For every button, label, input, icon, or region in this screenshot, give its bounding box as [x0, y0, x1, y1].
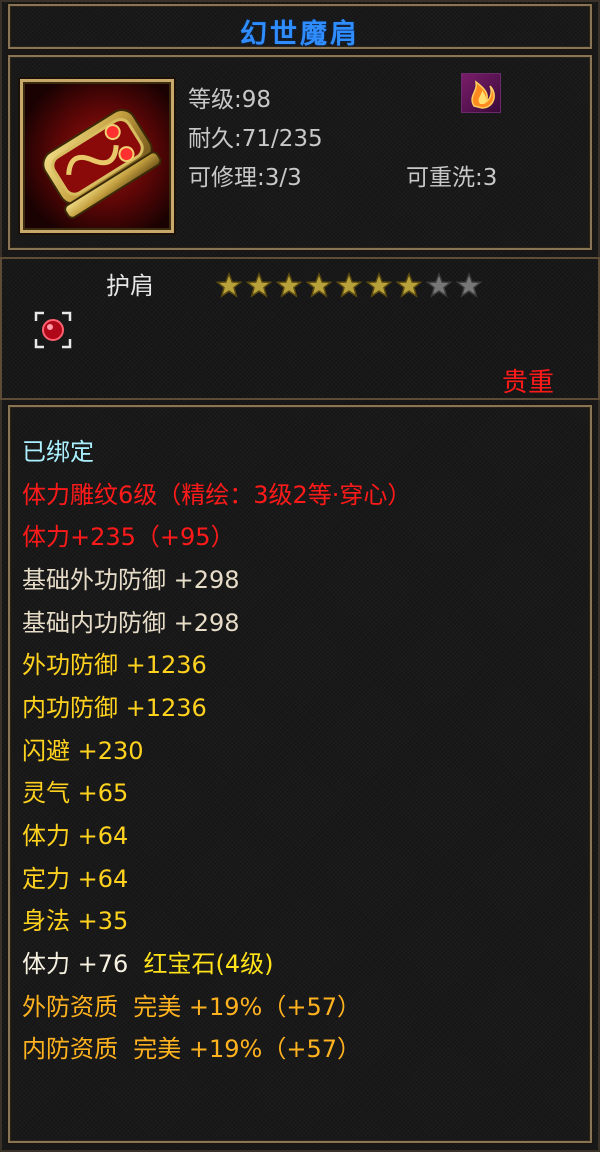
stat-line: 定力 +64: [22, 865, 129, 893]
quality-line: 内防资质 完美 +19%（+57）: [22, 1035, 361, 1063]
item-name: 幻世魔肩: [240, 19, 360, 50]
stat-line: 外功防御 +1236: [22, 651, 207, 679]
stat-line: 闪避 +230: [22, 737, 144, 765]
star-filled-icon: [335, 271, 363, 298]
star-empty-icon: [455, 271, 483, 298]
gem-name: 红宝石(4级): [143, 950, 274, 978]
star-filled-icon: [245, 271, 273, 298]
stat-line: 身法 +35: [22, 907, 129, 935]
bound-status: 已绑定: [22, 438, 94, 466]
star-rating: [214, 271, 484, 299]
reroll-text: 可重洗:3: [406, 165, 498, 191]
star-empty-icon: [425, 271, 453, 298]
stat-line: 体力+235（+95）: [22, 523, 235, 551]
star-filled-icon: [305, 271, 333, 298]
rarity-label: 贵重: [501, 368, 554, 398]
stat-line: 基础内功防御 +298: [22, 609, 240, 637]
gold-red-shoulder-guard-icon: [20, 79, 174, 233]
durability-text: 耐久:71/235: [188, 126, 323, 152]
stat-line: 基础外功防御 +298: [22, 566, 240, 594]
stat-line: 内功防御 +1236: [22, 694, 207, 722]
item-type: 护肩: [106, 272, 154, 300]
star-filled-icon: [275, 271, 303, 298]
stats-panel: [8, 405, 592, 1143]
star-filled-icon: [365, 271, 393, 298]
flame-set-icon[interactable]: [461, 73, 501, 113]
title-bar: 幻世魔肩: [8, 4, 592, 50]
star-filled-icon: [395, 271, 423, 298]
quality-line: 外防资质 完美 +19%（+57）: [22, 993, 361, 1021]
star-filled-icon: [215, 271, 243, 298]
gem-stat: 体力 +76: [22, 950, 129, 978]
red-gem-socket-icon[interactable]: [34, 311, 72, 349]
gem-stat-line: 体力 +76 红宝石(4级): [22, 949, 274, 979]
repair-text: 可修理:3/3: [188, 165, 302, 191]
stat-line: 体力 +64: [22, 822, 129, 850]
level-text: 等级:98: [188, 87, 272, 113]
stat-line: 体力雕纹6级（精绘：3级2等·穿心）: [22, 481, 412, 509]
stat-line: 灵气 +65: [22, 779, 129, 807]
